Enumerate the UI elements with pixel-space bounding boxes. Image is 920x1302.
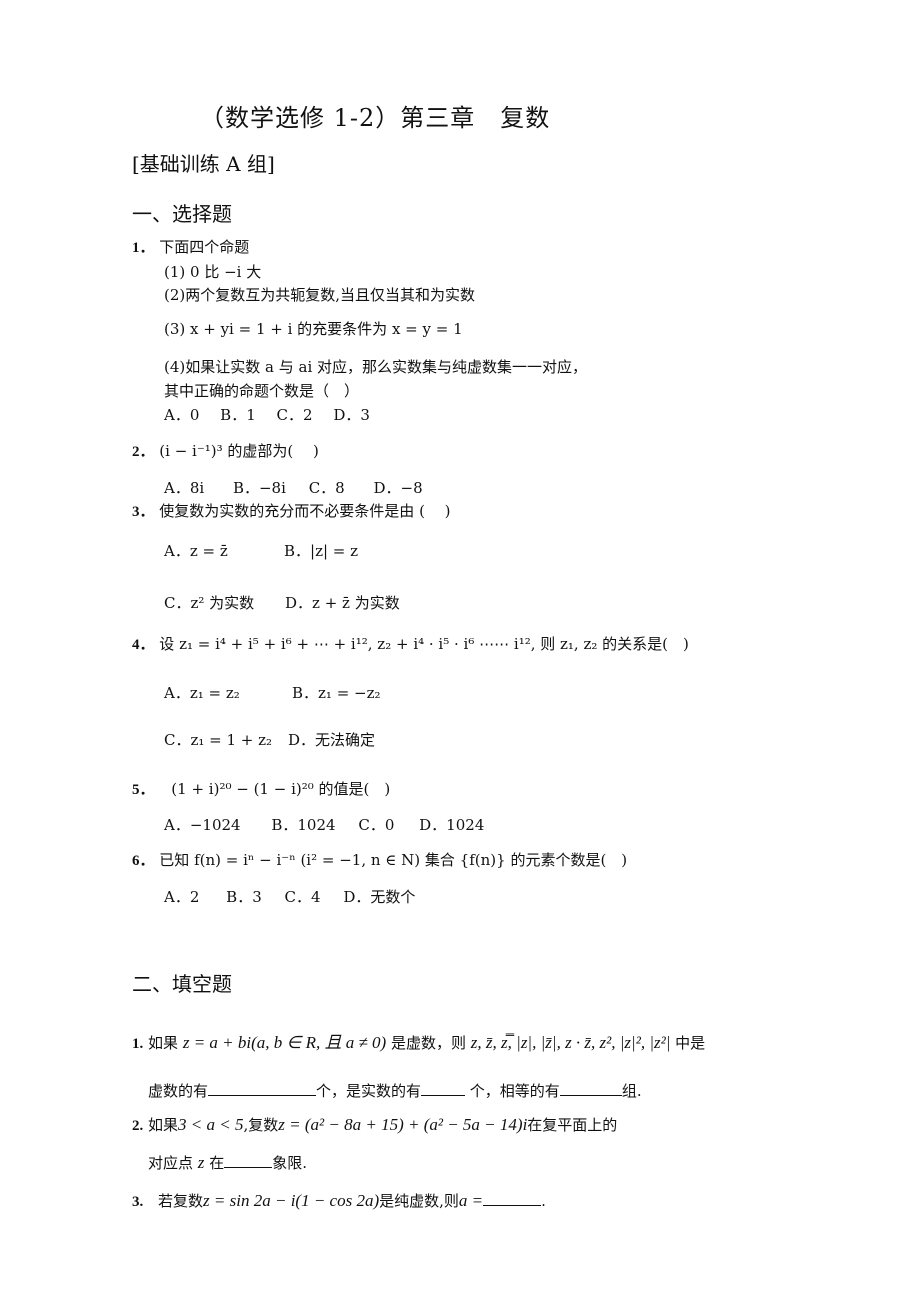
question-number: 3．	[132, 504, 155, 520]
question-number: 6．	[132, 853, 155, 869]
question-2: 2． (i − i⁻¹)³ 的虚部为( )	[132, 440, 319, 461]
section-heading-fill-in: 二、填空题	[132, 972, 232, 996]
question-number: 3.	[132, 1194, 144, 1210]
option-b: B．3	[226, 888, 262, 906]
question-text: 虚数的有	[148, 1082, 209, 1100]
option-d: D．无数个	[343, 888, 416, 906]
question-1: 1． 下面四个命题	[132, 236, 249, 257]
question-stem: 使复数为实数的充分而不必要条件是由 ( )	[159, 502, 451, 520]
fill-question-1-line2: 虚数的有 个，是实数的有 个，相等的有 组.	[148, 1080, 642, 1101]
option-d: D．−8	[373, 479, 423, 497]
question-text: 是虚数，则	[391, 1034, 467, 1052]
option-d: D．z + z̄ 为实数	[285, 594, 400, 612]
question-text: 是纯虚数,则	[379, 1192, 459, 1210]
question-tail: 其中正确的命题个数是（ ）	[164, 382, 360, 400]
exercise-group-label: [基础训练 A 组]	[132, 152, 275, 176]
math-expression: z = (a² − 8a + 15) + (a² − 5a − 14)i	[278, 1115, 528, 1134]
question-text: 个，是实数的有	[316, 1082, 422, 1100]
proposition-1: (1) 0 比 −i 大	[164, 263, 262, 281]
question-text: 象限.	[272, 1154, 307, 1172]
question-stem: (i − i⁻¹)³ 的虚部为( )	[159, 442, 319, 460]
option-a: A．2	[164, 888, 200, 906]
question-text: .	[541, 1192, 546, 1210]
question-number: 2.	[132, 1118, 144, 1134]
question-number: 1.	[132, 1036, 144, 1052]
options-row: A．−1024 B．1024 C．0 D．1024	[164, 814, 484, 835]
math-expression: 3 < a < 5	[178, 1115, 244, 1134]
option-b: B．−8i	[232, 479, 286, 497]
math-expression: z = sin 2a − i(1 − cos 2a)	[203, 1191, 380, 1210]
question-stem: (1 + i)²⁰ − (1 − i)²⁰ 的值是( )	[171, 780, 391, 798]
question-stem: 已知 f(n) = iⁿ − i⁻ⁿ (i² = −1, n ∈ N) 集合 {…	[159, 851, 628, 869]
options-row: A．0 B．1 C．2 D．3	[164, 404, 370, 425]
option-b: B．z₁ = −z₂	[292, 684, 381, 702]
question-text: 在复平面上的	[527, 1116, 618, 1134]
question-text: 个，相等的有	[465, 1082, 560, 1100]
option-a: A．8i	[164, 479, 205, 497]
options-row: A．8i B．−8i C．8 D．−8	[164, 477, 423, 498]
option-c: C．z₁ = 1 + z₂	[164, 731, 273, 749]
option-a: A．z = z̄	[164, 542, 228, 560]
question-text: 对应点	[148, 1154, 194, 1172]
answer-blank[interactable]	[483, 1191, 542, 1206]
option-d: D．无法确定	[288, 731, 376, 749]
question-text: 在	[209, 1154, 225, 1172]
question-number: 5．	[132, 782, 155, 798]
section-heading-multiple-choice: 一、选择题	[132, 202, 232, 226]
option-c: C．2	[276, 406, 313, 424]
option-b: B．|z| = z	[284, 542, 359, 560]
question-text: 组.	[621, 1082, 642, 1100]
question-number: 1．	[132, 240, 155, 256]
answer-blank[interactable]	[224, 1153, 273, 1168]
answer-blank[interactable]	[421, 1081, 466, 1096]
option-b: B．1	[220, 406, 256, 424]
question-5: 5． (1 + i)²⁰ − (1 − i)²⁰ 的值是( )	[132, 778, 390, 799]
question-number: 4．	[132, 637, 155, 653]
option-a: A．0	[164, 406, 200, 424]
proposition-2: (2)两个复数互为共轭复数,当且仅当其和为实数	[164, 286, 476, 304]
question-6: 6． 已知 f(n) = iⁿ − i⁻ⁿ (i² = −1, n ∈ N) 集…	[132, 849, 627, 870]
question-number: 2．	[132, 444, 155, 460]
question-4: 4． 设 z₁ = i⁴ + i⁵ + i⁶ + ⋯ + i¹², z₂ + i…	[132, 633, 689, 654]
option-b: B．1024	[271, 816, 336, 834]
proposition-4: (4)如果让实数 a 与 ai 对应，那么实数集与纯虚数集一一对应，	[164, 358, 588, 376]
question-text: 如果	[148, 1116, 179, 1134]
question-text: ,复数	[243, 1116, 279, 1134]
option-c: C．0	[358, 816, 395, 834]
option-d: D．1024	[419, 816, 485, 834]
option-c: C．8	[308, 479, 345, 497]
math-expression: z = a + bi(a, b ∈ R, 且 a ≠ 0)	[182, 1033, 387, 1052]
answer-blank[interactable]	[208, 1081, 317, 1096]
answer-blank[interactable]	[559, 1081, 622, 1096]
option-a: A．z₁ = z₂	[164, 684, 240, 702]
fill-question-1: 1. 如果 z = a + bi(a, b ∈ R, 且 a ≠ 0) 是虚数，…	[132, 1028, 705, 1053]
question-text: 如果	[148, 1034, 179, 1052]
option-a: A．−1024	[164, 816, 241, 834]
question-stem: 设 z₁ = i⁴ + i⁵ + i⁶ + ⋯ + i¹², z₂ + i⁴ ·…	[159, 635, 689, 653]
question-text: 若复数	[158, 1192, 204, 1210]
math-expression: a =	[458, 1191, 484, 1210]
question-text: 中是	[675, 1034, 706, 1052]
math-expression: z, z̄, z̿, |z|, |z̄|, z · z̄, z², |z|², …	[470, 1033, 671, 1052]
option-c: C．z² 为实数	[164, 594, 255, 612]
fill-question-2-line2: 对应点 z 在 象限.	[148, 1152, 307, 1173]
fill-question-2: 2. 如果3 < a < 5,复数z = (a² − 8a + 15) + (a…	[132, 1114, 617, 1135]
fill-question-3: 3. 若复数z = sin 2a − i(1 − cos 2a)是纯虚数,则a …	[132, 1190, 546, 1211]
question-3: 3． 使复数为实数的充分而不必要条件是由 ( )	[132, 500, 451, 521]
document-title: （数学选修 1-2）第三章 复数	[200, 104, 551, 132]
options-row: A．2 B．3 C．4 D．无数个	[164, 886, 415, 907]
option-c: C．4	[284, 888, 321, 906]
math-expression: z	[197, 1153, 205, 1172]
proposition-3: (3) x + yi = 1 + i 的充要条件为 x = y = 1	[164, 320, 463, 338]
option-d: D．3	[333, 406, 370, 424]
question-stem: 下面四个命题	[159, 238, 250, 256]
